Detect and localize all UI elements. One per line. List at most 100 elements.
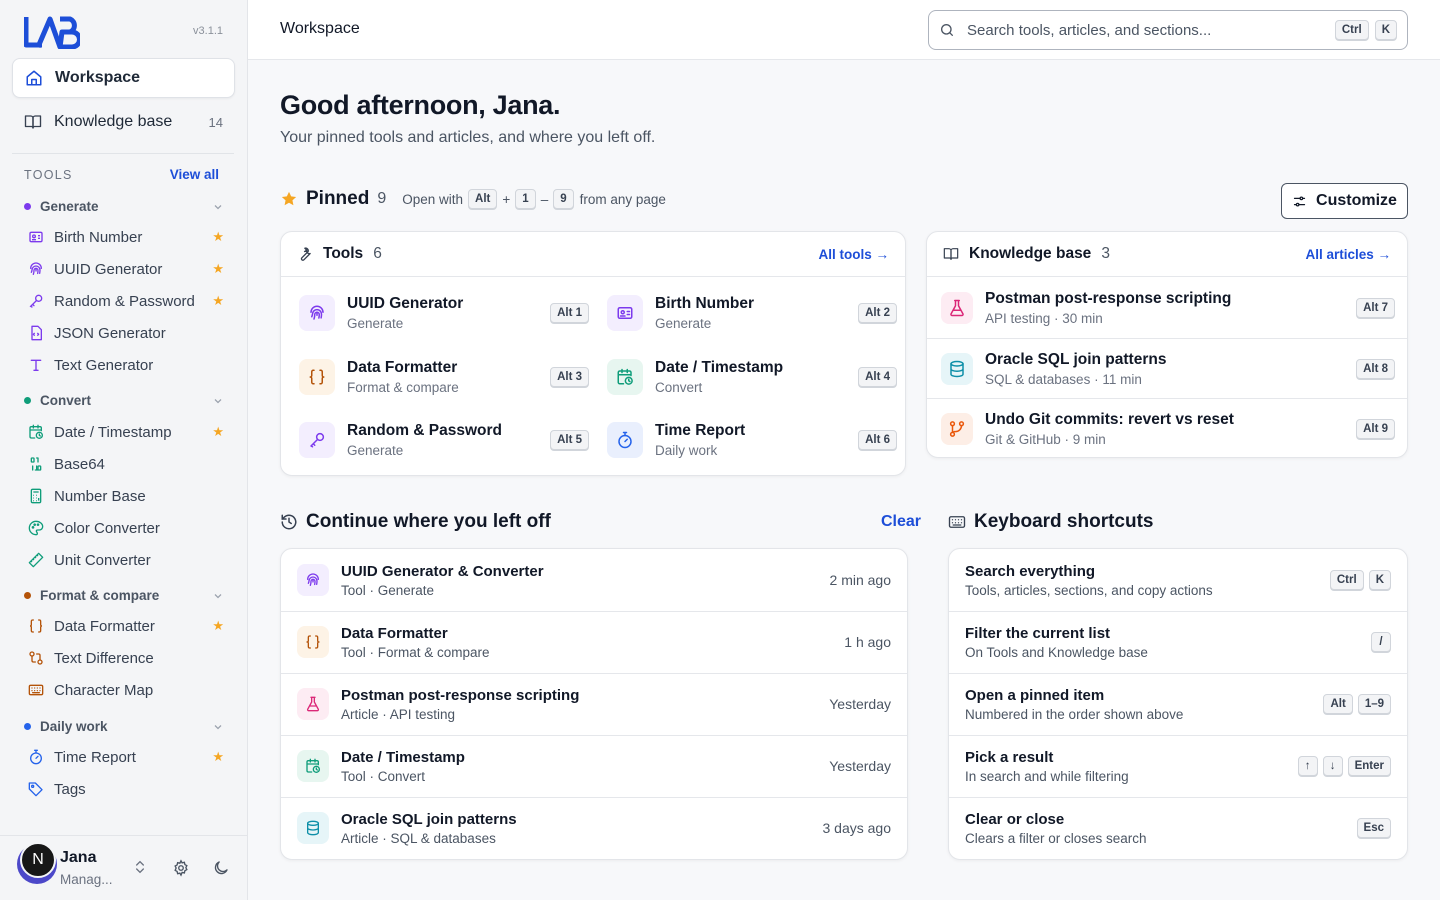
kbd: 1–9 <box>1357 694 1391 714</box>
recent-item-row[interactable]: Date / Timestamp Tool · Convert Yesterday <box>281 735 907 797</box>
pinned-tool-tile[interactable]: Birth Number Generate Alt 2 <box>607 286 897 340</box>
group-label: Generate <box>40 199 99 214</box>
pinned-article-row[interactable]: Undo Git commits: revert vs reset Git & G… <box>927 398 1407 459</box>
shortcut-row: Clear or close Clears a filter or closes … <box>949 797 1407 859</box>
type-icon <box>28 357 44 373</box>
sidebar-tool-unit-converter[interactable]: Unit Converter <box>28 549 224 571</box>
recent-item-row[interactable]: Oracle SQL join patterns Article · SQL & … <box>281 797 907 859</box>
sliders-icon <box>1292 194 1307 209</box>
moon-icon[interactable] <box>212 859 230 877</box>
star-icon[interactable]: ★ <box>212 618 224 634</box>
sidebar: v3.1.1 Workspace Knowledge base 14 TOOLS… <box>0 0 248 900</box>
sidebar-tool-base64[interactable]: Base64 <box>28 453 224 475</box>
sidebar-tool-data-formatter[interactable]: Data Formatter ★ <box>28 615 224 637</box>
recent-title: Oracle SQL join patterns <box>341 810 517 828</box>
kbd: Alt 7 <box>1356 297 1395 318</box>
tool-label: Base64 <box>54 455 105 473</box>
avatar[interactable]: N <box>17 842 57 884</box>
tool-label: Date / Timestamp <box>54 423 172 441</box>
star-icon[interactable]: ★ <box>212 261 224 277</box>
star-icon[interactable]: ★ <box>212 229 224 245</box>
tool-label: UUID Generator <box>54 260 163 278</box>
sidebar-tool-time-report[interactable]: Time Report ★ <box>28 746 224 768</box>
sidebar-tool-text-generator[interactable]: Text Generator <box>28 354 224 376</box>
user-menu[interactable]: N Jana Manag... <box>0 835 248 900</box>
recent-title: Postman post-response scripting <box>341 686 580 704</box>
sidebar-tool-json-generator[interactable]: JSON Generator <box>28 322 224 344</box>
sidebar-tool-color-converter[interactable]: Color Converter <box>28 517 224 539</box>
sidebar-tool-text-difference[interactable]: Text Difference <box>28 647 224 669</box>
tile-subtitle: Generate <box>347 443 404 458</box>
tile-title: Date / Timestamp <box>655 358 784 376</box>
recent-item-row[interactable]: Data Formatter Tool · Format & compare 1 h… <box>281 611 907 673</box>
group-generate[interactable]: Generate <box>24 199 224 214</box>
customize-button[interactable]: Customize <box>1281 183 1408 219</box>
git-branch-icon <box>941 413 973 445</box>
sidebar-divider <box>12 153 234 154</box>
recent-time: 3 days ago <box>822 820 892 836</box>
pinned-tool-tile[interactable]: UUID Generator Generate Alt 1 <box>299 286 589 340</box>
star-icon[interactable]: ★ <box>212 424 224 440</box>
star-icon[interactable]: ★ <box>212 749 224 765</box>
breadcrumb: Workspace <box>280 20 360 37</box>
group-dot <box>24 397 31 404</box>
section-title: Keyboard shortcuts <box>974 511 1154 532</box>
group-format-compare[interactable]: Format & compare <box>24 588 224 603</box>
keyboard-icon <box>28 682 44 698</box>
group-convert[interactable]: Convert <box>24 393 224 408</box>
kbd: ↓ <box>1322 756 1343 776</box>
recent-meta: Tool · Format & compare <box>341 644 490 660</box>
clear-history-button[interactable]: Clear <box>881 513 921 531</box>
calendar-clock-icon <box>297 750 329 782</box>
sidebar-tool-character-map[interactable]: Character Map <box>28 679 224 701</box>
sidebar-tool-random-password[interactable]: Random & Password ★ <box>28 290 224 312</box>
app-logo[interactable] <box>24 15 80 49</box>
pinned-tool-tile[interactable]: Data Formatter Format & compare Alt 3 <box>299 350 589 404</box>
tile-subtitle: Format & compare <box>347 379 459 395</box>
flask-icon <box>297 688 329 720</box>
kbd: Ctrl <box>1334 20 1369 40</box>
recent-meta: Article · API testing <box>341 706 456 722</box>
book-open-icon <box>943 246 959 262</box>
recent-item-row[interactable]: Postman post-response scripting Article ·… <box>281 673 907 735</box>
card-title: Knowledge base <box>969 245 1092 262</box>
shortcut-keys: ↑ ↓ Enter <box>1297 756 1391 776</box>
shortcut-title: Open a pinned item <box>965 686 1105 704</box>
kbd: Enter <box>1347 756 1391 776</box>
article-title: Undo Git commits: revert vs reset <box>985 411 1234 428</box>
pinned-tool-tile[interactable]: Random & Password Generate Alt 5 <box>299 413 589 467</box>
kbd: Alt 6 <box>858 430 897 450</box>
tile-title: Random & Password <box>347 422 503 439</box>
card-count: 6 <box>373 245 382 262</box>
sidebar-tool-date-timestamp[interactable]: Date / Timestamp ★ <box>28 421 224 443</box>
star-icon[interactable]: ★ <box>212 293 224 309</box>
sidebar-tool-tags[interactable]: Tags <box>28 778 224 800</box>
fingerprint-icon <box>28 261 44 277</box>
group-label: Format & compare <box>40 588 160 603</box>
calendar-clock-icon <box>28 424 44 440</box>
view-all-tools-link[interactable]: View all <box>170 167 219 182</box>
all-articles-link[interactable]: All articles → <box>1305 247 1391 262</box>
group-daily-work[interactable]: Daily work <box>24 719 224 734</box>
sidebar-tool-birth-number[interactable]: Birth Number ★ <box>28 226 224 248</box>
pinned-article-row[interactable]: Oracle SQL join patterns SQL & databases … <box>927 337 1407 399</box>
nav-workspace[interactable]: Workspace <box>12 58 235 98</box>
sidebar-tool-uuid-generator[interactable]: UUID Generator ★ <box>28 258 224 280</box>
shortcut-description: Clears a filter or closes search <box>965 830 1147 846</box>
pinned-tool-tile[interactable]: Time Report Daily work Alt 6 <box>607 413 897 467</box>
shortcuts-list: Search everything Tools, articles, sectio… <box>948 548 1408 860</box>
recent-item-row[interactable]: UUID Generator & Converter Tool · Generat… <box>281 549 907 611</box>
chevrons-up-down-icon[interactable] <box>132 859 150 877</box>
search-input[interactable]: Search tools, articles, and sections... … <box>928 10 1408 50</box>
pinned-article-row[interactable]: Postman post-response scripting API testi… <box>927 277 1407 338</box>
pinned-hint-suffix: from any page <box>579 191 666 207</box>
gear-icon[interactable] <box>172 859 190 877</box>
shortcut-row: Open a pinned item Numbered in the order … <box>949 673 1407 735</box>
pinned-tool-tile[interactable]: Date / Timestamp Convert Alt 4 <box>607 350 897 404</box>
sidebar-tool-number-base[interactable]: Number Base <box>28 485 224 507</box>
shortcut-title: Search everything <box>965 562 1096 580</box>
all-tools-link[interactable]: All tools → <box>819 247 890 262</box>
nav-knowledge-base[interactable]: Knowledge base 14 <box>12 102 235 142</box>
file-code-icon <box>28 325 44 341</box>
pinned-count: 9 <box>377 190 387 207</box>
